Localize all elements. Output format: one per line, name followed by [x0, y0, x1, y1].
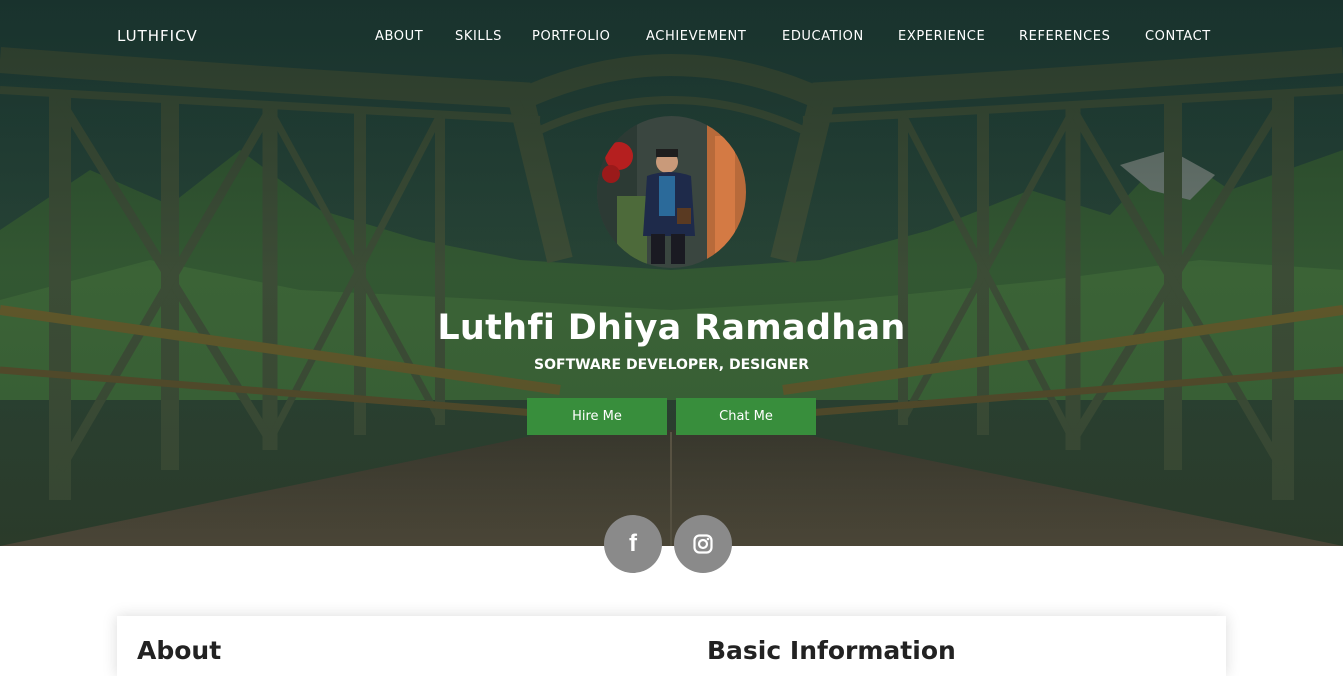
nav-achievement[interactable]: ACHIEVEMENT: [646, 29, 746, 44]
facebook-icon: f: [629, 530, 637, 557]
nav-references[interactable]: REFERENCES: [1019, 29, 1110, 44]
nav-experience[interactable]: EXPERIENCE: [898, 29, 985, 44]
profile-role: SOFTWARE DEVELOPER, DESIGNER: [534, 357, 809, 373]
nav-contact[interactable]: CONTACT: [1145, 29, 1211, 44]
instagram-button[interactable]: [674, 515, 732, 573]
nav-skills[interactable]: SKILLS: [455, 29, 502, 44]
profile-photo: [597, 116, 746, 268]
hero-section: LUTHFICV ABOUT SKILLS PORTFOLIO ACHIEVEM…: [0, 0, 1343, 546]
nav-portfolio[interactable]: PORTFOLIO: [532, 29, 611, 44]
hire-me-button[interactable]: Hire Me: [527, 398, 667, 435]
profile-name: Luthfi Dhiya Ramadhan: [437, 308, 906, 348]
facebook-button[interactable]: f: [604, 515, 662, 573]
chat-me-button[interactable]: Chat Me: [676, 398, 816, 435]
bridge-background-image: [0, 0, 1343, 546]
nav-education[interactable]: EDUCATION: [782, 29, 864, 44]
about-card: About Basic Information: [117, 616, 1226, 676]
nav-about[interactable]: ABOUT: [375, 29, 423, 44]
instagram-icon: [693, 534, 713, 554]
main-nav: ABOUT SKILLS PORTFOLIO ACHIEVEMENT EDUCA…: [0, 29, 1343, 45]
